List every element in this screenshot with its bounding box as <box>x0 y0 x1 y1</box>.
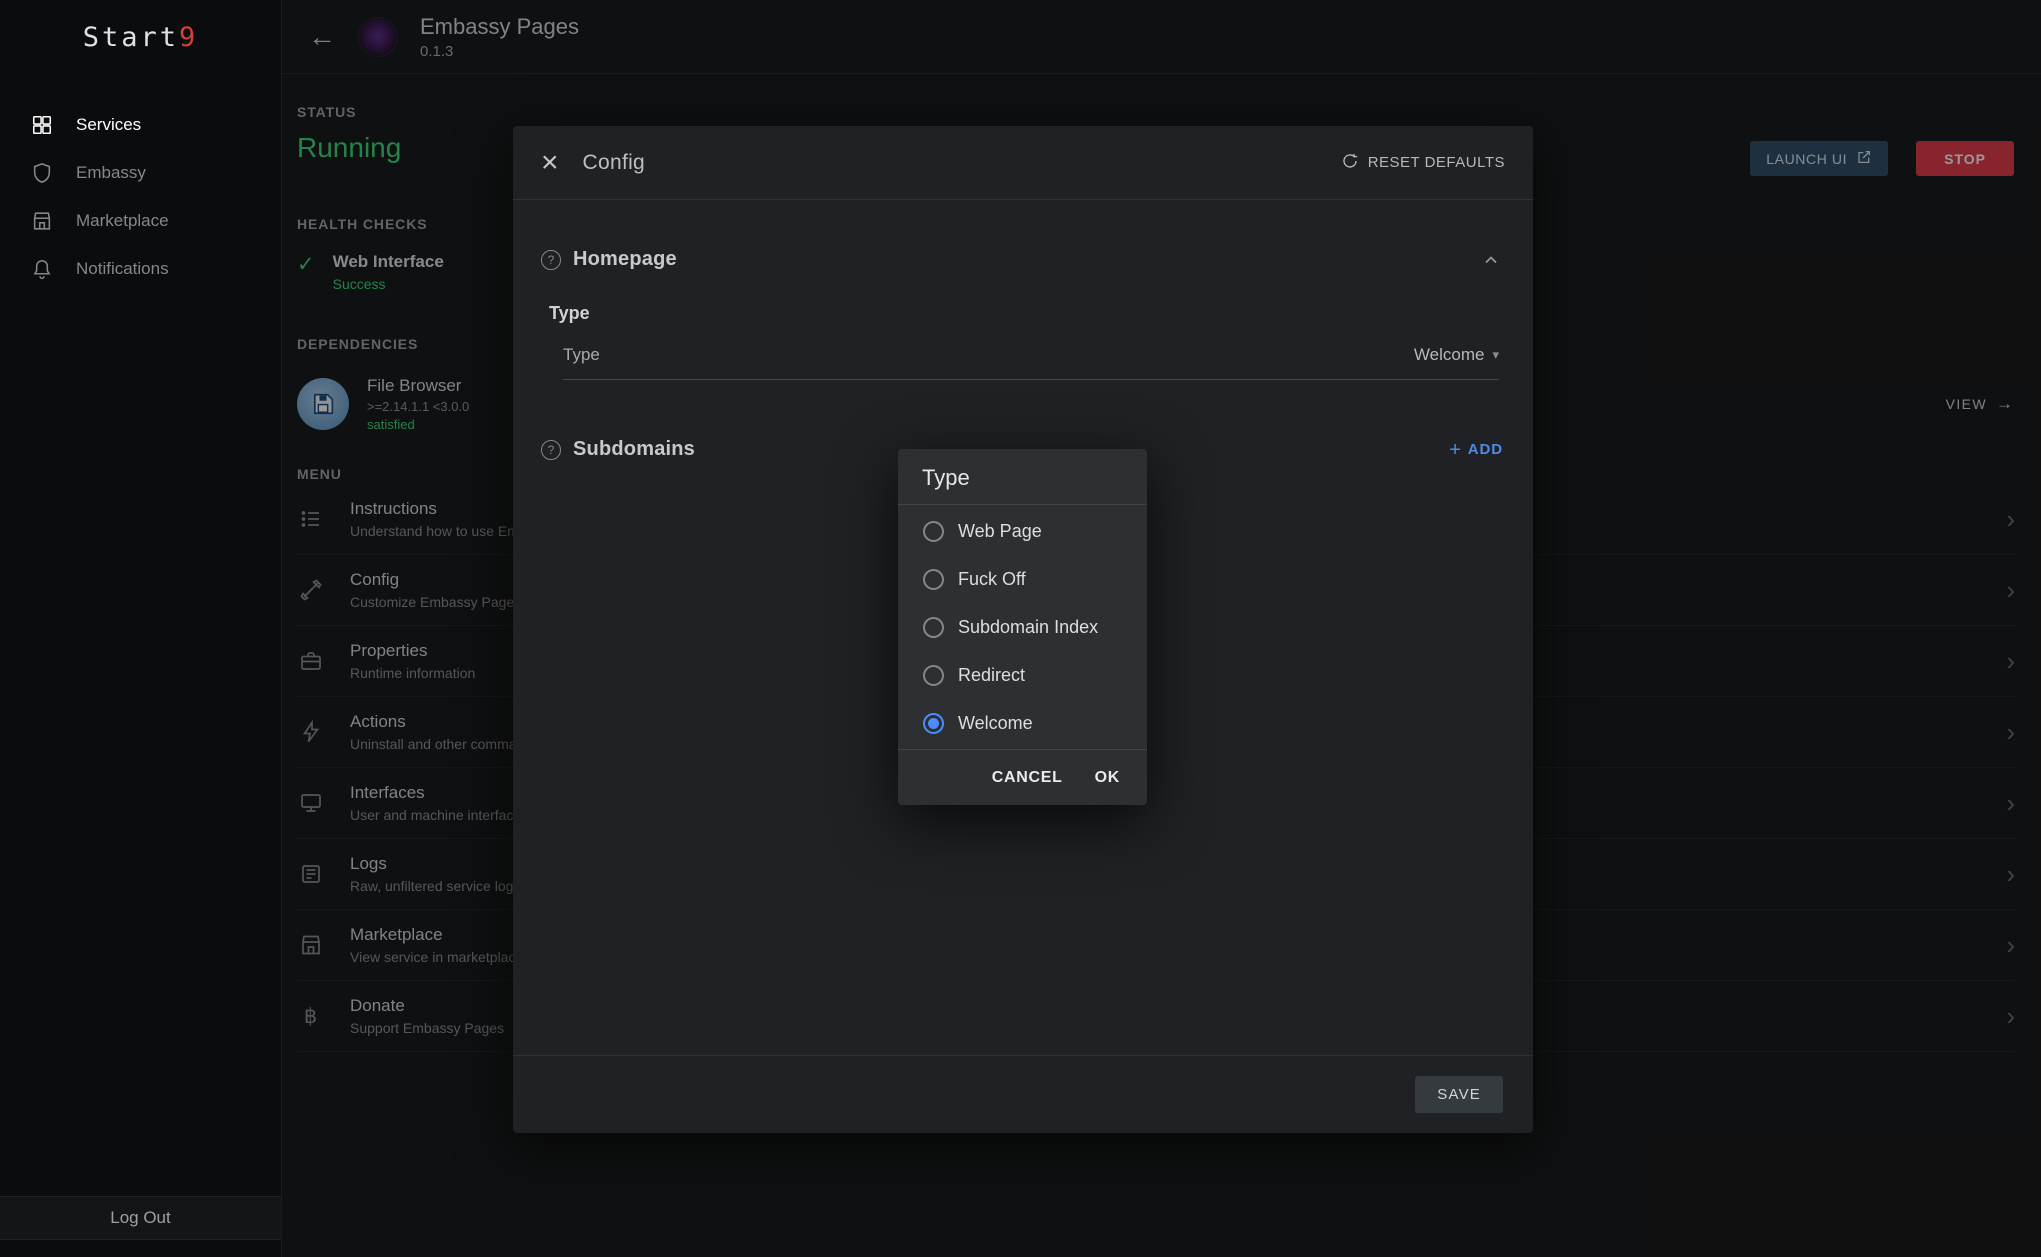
homepage-section-title: Homepage <box>573 248 677 271</box>
radio-icon[interactable] <box>923 617 944 638</box>
config-modal-header: × Config RESET DEFAULTS <box>513 126 1533 200</box>
type-dialog-header: Type <box>898 449 1147 505</box>
close-icon[interactable]: × <box>541 149 559 176</box>
type-field-label: Type <box>563 345 600 365</box>
radio-option-web-page[interactable]: Web Page <box>898 507 1147 555</box>
type-dialog: Type Web Page Fuck Off Subdomain Index R… <box>898 449 1147 805</box>
radio-option-label: Welcome <box>958 713 1033 734</box>
radio-option-label: Web Page <box>958 521 1042 542</box>
radio-option-label: Subdomain Index <box>958 617 1098 638</box>
add-label: ADD <box>1468 441 1503 458</box>
radio-icon[interactable] <box>923 569 944 590</box>
shield-icon <box>30 162 54 184</box>
logo-text: Start <box>83 22 179 53</box>
refresh-icon <box>1341 152 1359 174</box>
subdomains-section-title: Subdomains <box>573 438 695 461</box>
sidebar-item-label: Embassy <box>76 163 146 183</box>
sidebar-item-marketplace[interactable]: Marketplace <box>0 197 281 245</box>
help-icon[interactable]: ? <box>541 440 561 460</box>
save-button[interactable]: SAVE <box>1415 1076 1503 1113</box>
type-options-list: Web Page Fuck Off Subdomain Index Redire… <box>898 505 1147 749</box>
type-group-label: Type <box>549 303 1505 324</box>
logo-accent: 9 <box>179 22 198 53</box>
reset-defaults-label: RESET DEFAULTS <box>1368 154 1505 171</box>
radio-option-welcome[interactable]: Welcome <box>898 699 1147 747</box>
help-icon[interactable]: ? <box>541 250 561 270</box>
screen: Start9 Services Embassy Marketplace <box>0 0 2041 1257</box>
radio-option-fuck-off[interactable]: Fuck Off <box>898 555 1147 603</box>
bell-icon <box>30 258 54 280</box>
sidebar-item-label: Notifications <box>76 259 169 279</box>
config-modal-footer: SAVE <box>513 1055 1533 1133</box>
plus-icon: + <box>1449 440 1462 460</box>
radio-option-label: Redirect <box>958 665 1025 686</box>
homepage-section-header: ? Homepage <box>541 248 1505 271</box>
sidebar: Start9 Services Embassy Marketplace <box>0 0 282 1257</box>
type-dialog-title: Type <box>922 465 1123 491</box>
type-field-value: Welcome <box>1414 345 1485 365</box>
caret-down-icon: ▾ <box>1492 347 1499 363</box>
config-modal-title: Config <box>583 151 646 175</box>
storefront-icon <box>30 210 54 232</box>
logout-button[interactable]: Log Out <box>0 1196 281 1240</box>
type-select-field[interactable]: Type Welcome ▾ <box>563 330 1499 380</box>
sidebar-item-label: Services <box>76 115 141 135</box>
sidebar-item-notifications[interactable]: Notifications <box>0 245 281 293</box>
radio-option-subdomain-index[interactable]: Subdomain Index <box>898 603 1147 651</box>
sidebar-item-embassy[interactable]: Embassy <box>0 149 281 197</box>
radio-option-redirect[interactable]: Redirect <box>898 651 1147 699</box>
grid-icon <box>30 114 54 136</box>
reset-defaults-button[interactable]: RESET DEFAULTS <box>1341 152 1505 174</box>
radio-icon[interactable] <box>923 665 944 686</box>
sidebar-item-services[interactable]: Services <box>0 101 281 149</box>
radio-icon[interactable] <box>923 521 944 542</box>
sidebar-nav: Services Embassy Marketplace Notificatio… <box>0 101 281 293</box>
cancel-button[interactable]: CANCEL <box>992 769 1063 787</box>
type-dialog-actions: CANCEL OK <box>898 749 1147 805</box>
chevron-up-icon[interactable] <box>1481 250 1501 270</box>
ok-button[interactable]: OK <box>1095 769 1120 787</box>
add-subdomain-button[interactable]: + ADD <box>1449 440 1503 460</box>
radio-icon-selected[interactable] <box>923 713 944 734</box>
start9-logo: Start9 <box>0 0 281 53</box>
sidebar-item-label: Marketplace <box>76 211 169 231</box>
radio-option-label: Fuck Off <box>958 569 1026 590</box>
